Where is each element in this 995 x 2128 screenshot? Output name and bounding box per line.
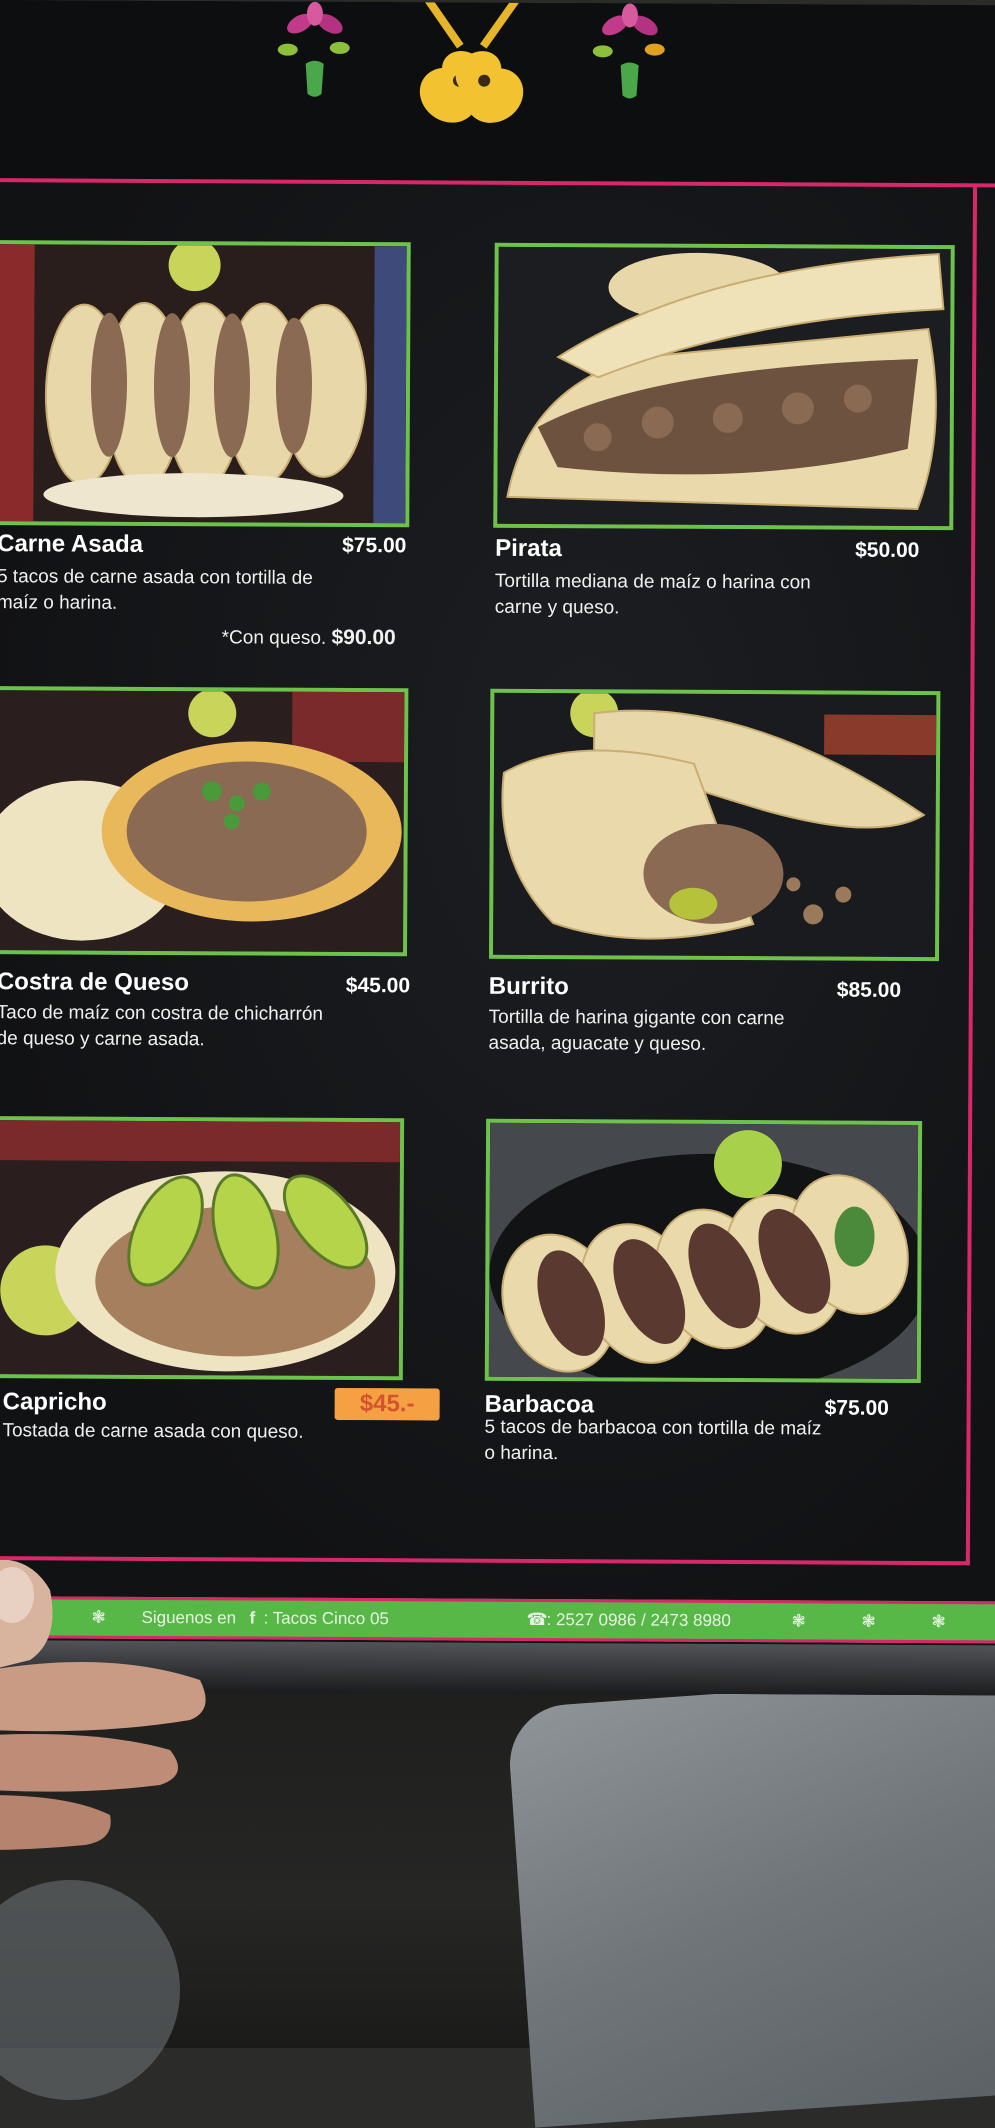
item-name: Costra de Queso [0, 968, 189, 997]
extra-price: $90.00 [331, 625, 396, 650]
border-right [965, 187, 978, 1566]
item-description: 5 tacos de carne asada con tortilla de m… [0, 566, 313, 614]
flower-icon [592, 3, 665, 99]
item-name: Capricho [2, 1388, 107, 1416]
photo-barbacoa [484, 1118, 923, 1383]
extra-option: *Con queso. $90.00 [222, 625, 396, 650]
photo-carne-asada [0, 240, 411, 528]
taco-icon: ❃ [861, 1611, 876, 1631]
item-description: Tortilla de harina gigante con carne asa… [488, 1006, 785, 1055]
item-name: Pirata [495, 534, 562, 563]
item-price: $75.00 [342, 533, 407, 558]
lap-background [505, 1672, 995, 2128]
item-description: 5 tacos de barbacoa con tortilla de maíz… [484, 1416, 822, 1465]
photo-pirata [493, 242, 955, 531]
item-description: Tortilla mediana de maíz o harina con ca… [494, 570, 811, 619]
taco-icon: ❃ [931, 1612, 946, 1632]
item-price: $45.00 [345, 973, 411, 998]
item-name: Carne Asada [0, 530, 144, 558]
photo-burrito [488, 688, 941, 962]
phone-numbers: : 2527 0986 / 2473 8980 [546, 1610, 731, 1631]
extra-label: *Con queso. [221, 627, 327, 649]
item-description: Tostada de carne asada con queso. [2, 1420, 304, 1443]
facebook-icon: f [249, 1608, 256, 1628]
facebook-page: : Tacos Cinco 05 [263, 1608, 389, 1629]
photo-capricho [0, 1116, 405, 1381]
guitar-icon [419, 2, 524, 123]
taco-icon: ❃ [791, 1611, 806, 1631]
item-price: $50.00 [855, 538, 920, 562]
item-price: $85.00 [836, 978, 902, 1002]
item-description: Taco de maíz con costra de chicharrón de… [0, 1002, 324, 1051]
photo-costra-de-queso [0, 686, 409, 957]
item-price: $75.00 [824, 1396, 889, 1420]
phone-icon: ☎ [526, 1609, 548, 1630]
flower-icon [277, 1, 350, 97]
hand [0, 1560, 206, 1850]
menu-sheet: Carne Asada $75.00 5 tacos de carne asad… [0, 0, 995, 1696]
item-name: Burrito [488, 972, 569, 1001]
price-sticker: $45.- [334, 1387, 440, 1421]
